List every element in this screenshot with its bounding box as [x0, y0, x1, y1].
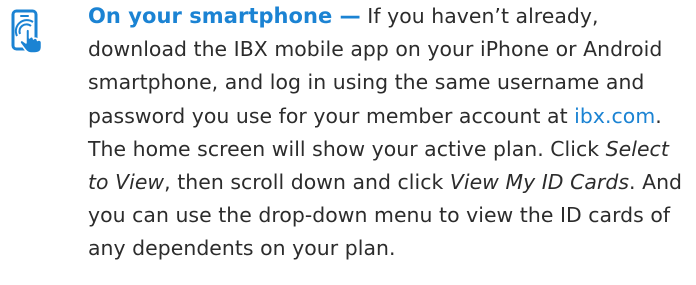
tip-text-3: , then scroll down and click [164, 170, 450, 195]
tip-paragraph: On your smartphone — If you haven’t alre… [88, 0, 688, 266]
view-id-cards-label: View My ID Cards [449, 170, 630, 195]
smartphone-tap-icon [11, 9, 77, 54]
tip-lead: On your smartphone — [88, 4, 361, 28]
ibx-link[interactable]: ibx.com [574, 104, 655, 128]
smartphone-tip: On your smartphone — If you haven’t alre… [0, 0, 696, 285]
